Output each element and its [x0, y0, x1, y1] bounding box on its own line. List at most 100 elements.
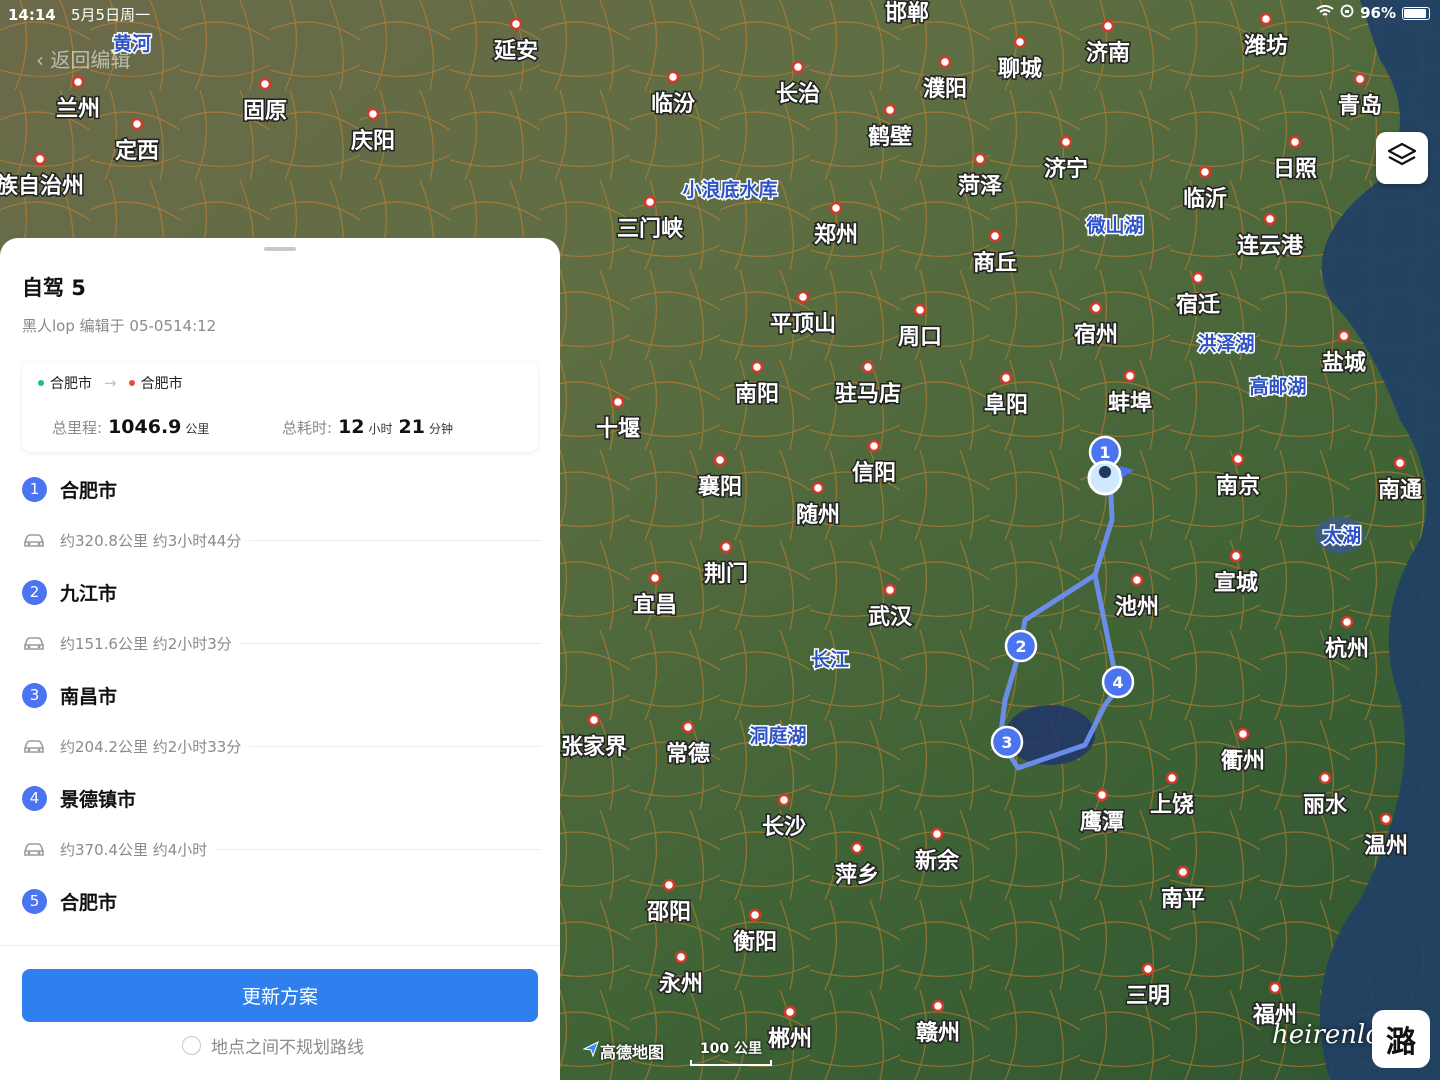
city-marker	[71, 75, 85, 89]
plan-title: 自驾 5	[22, 276, 86, 300]
drag-handle[interactable]	[264, 247, 296, 251]
city-marker	[1288, 135, 1302, 149]
city-marker	[748, 908, 762, 922]
route-marker-2[interactable]: 2	[1004, 629, 1038, 663]
map-scale: 100 公里	[690, 1038, 772, 1066]
waypoint-item[interactable]: 5 合肥市	[22, 882, 542, 920]
city-label: 连云港	[1237, 233, 1304, 259]
map-layers-button[interactable]	[1376, 132, 1428, 184]
scale-bar	[690, 1060, 772, 1066]
route-stats: 总里程: 1046.9 公里 总耗时: 12 小时 21 分钟	[52, 416, 459, 438]
city-label: 宣城	[1214, 570, 1258, 596]
layers-icon	[1386, 140, 1418, 176]
city-marker	[750, 360, 764, 374]
city-label: 盐城	[1322, 350, 1366, 376]
city-label: 长沙	[762, 815, 806, 840]
city-marker	[648, 571, 662, 585]
city-marker	[674, 950, 688, 964]
city-marker	[719, 540, 733, 554]
water-label: 太湖	[1323, 524, 1361, 547]
city-marker	[1123, 369, 1137, 383]
city-marker	[883, 583, 897, 597]
map-logo: 高德地图	[582, 1039, 664, 1063]
city-marker	[1176, 865, 1190, 879]
city-label: 三明	[1126, 984, 1170, 1009]
waypoint-number: 4	[22, 785, 47, 811]
leg-info: 约204.2公里 约2小时33分	[60, 738, 242, 756]
city-marker	[938, 55, 952, 69]
city-marker	[930, 827, 944, 841]
city-label: 驻马店	[835, 381, 901, 407]
panel-divider	[0, 945, 560, 946]
city-label: 鹰潭	[1080, 809, 1124, 835]
route-leg: 约370.4公里 约4小时	[22, 817, 542, 882]
status-date: 5月5日周一	[70, 6, 151, 24]
city-marker	[1198, 165, 1212, 179]
route-marker-3[interactable]: 3	[990, 725, 1024, 759]
route-leg: 约151.6公里 约2小时3分	[22, 611, 542, 676]
city-label: 阜阳	[984, 392, 1028, 418]
distance-unit: 公里	[185, 422, 210, 436]
city-marker	[1191, 271, 1205, 285]
no-route-option[interactable]: 地点之间不规划路线	[182, 1033, 364, 1058]
city-label: 临沂	[1183, 186, 1227, 212]
update-plan-button[interactable]: 更新方案	[22, 969, 538, 1022]
city-label: 随州	[796, 502, 840, 528]
waypoint-number: 1	[22, 476, 47, 502]
city-label: 商丘	[973, 250, 1017, 276]
waypoint-name: 合肥市	[60, 479, 118, 502]
hours-unit: 小时	[368, 422, 393, 436]
city-label: 济南	[1086, 40, 1130, 66]
city-label: 日照	[1273, 157, 1317, 182]
route-marker-4[interactable]: 4	[1101, 665, 1135, 699]
city-marker	[366, 107, 380, 121]
city-marker	[913, 303, 927, 317]
city-marker	[130, 117, 144, 131]
no-route-label: 地点之间不规划路线	[211, 1038, 364, 1058]
status-bar: 14:14 5月5日周一 96%	[0, 0, 1440, 28]
water-label: 洞庭湖	[749, 724, 806, 747]
city-label: 萍乡	[835, 863, 879, 888]
status-time-date: 14:14 5月5日周一	[8, 4, 150, 25]
minutes-value: 21	[398, 416, 425, 438]
city-label: 延安	[493, 38, 538, 64]
back-button[interactable]: ‹ 返回编辑	[36, 44, 130, 73]
city-marker	[1165, 771, 1179, 785]
no-route-checkbox[interactable]	[182, 1036, 201, 1055]
waypoint-item[interactable]: 3 南昌市	[22, 676, 542, 714]
leg-info: 约151.6公里 约2小时3分	[60, 635, 232, 653]
city-label: 长治	[776, 81, 820, 107]
city-marker	[988, 229, 1002, 243]
city-label: 新余	[915, 848, 960, 874]
waypoint-item[interactable]: 2 九江市	[22, 573, 542, 611]
city-marker	[999, 371, 1013, 385]
route-leg: 约320.8公里 约3小时44分	[22, 508, 542, 573]
city-marker	[850, 841, 864, 855]
city-marker	[1379, 812, 1393, 826]
waypoint-item[interactable]: 1 合肥市	[22, 470, 542, 508]
waypoint-item[interactable]: 4 景德镇市	[22, 779, 542, 817]
route-leg: 约204.2公里 约2小时33分	[22, 714, 542, 779]
city-label: 郴州	[768, 1027, 812, 1052]
city-label: 衡阳	[733, 929, 777, 955]
city-marker	[791, 60, 805, 74]
city-label: 菏泽	[958, 174, 1002, 199]
city-label: 固原	[243, 99, 287, 124]
city-label: 池州	[1115, 595, 1159, 620]
city-marker	[783, 1005, 797, 1019]
distance-value: 1046.9	[108, 416, 182, 438]
city-marker	[1231, 452, 1245, 466]
city-marker	[931, 999, 945, 1013]
city-label: 宿迁	[1176, 292, 1220, 318]
waypoint-name: 南昌市	[60, 685, 118, 708]
city-label: 南京	[1216, 473, 1260, 499]
city-label: 青岛	[1338, 93, 1382, 119]
city-marker	[1236, 727, 1250, 741]
scale-label: 100 公里	[699, 1041, 763, 1057]
status-right: 96%	[1316, 4, 1430, 22]
wifi-icon	[1316, 4, 1334, 22]
route-summary-card: 合肥市 → 合肥市 总里程: 1046.9 公里 总耗时: 12 小时 21 分…	[22, 362, 538, 452]
city-label: 蚌埠	[1108, 390, 1152, 416]
city-marker	[861, 360, 875, 374]
distance-label: 总里程:	[52, 419, 103, 437]
